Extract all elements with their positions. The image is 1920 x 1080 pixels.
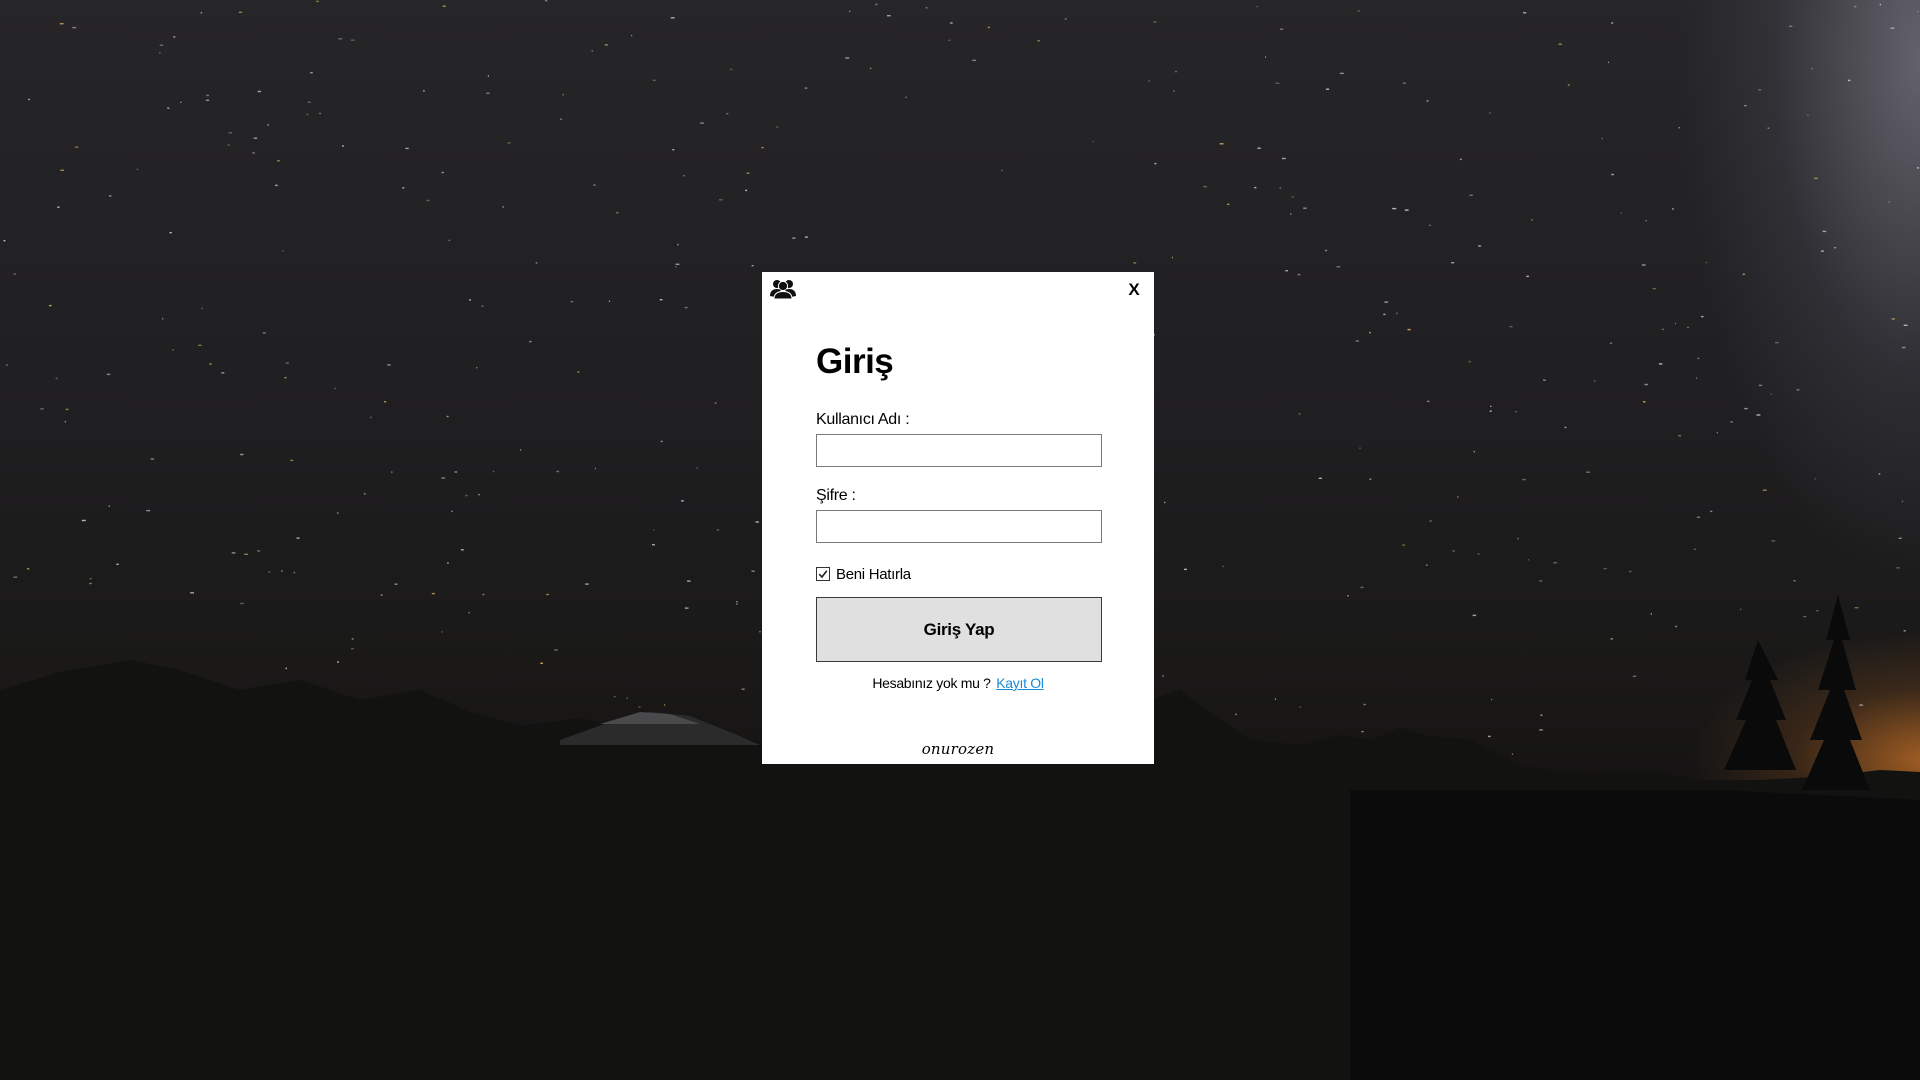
checkmark-icon <box>818 570 828 579</box>
users-icon <box>769 278 797 300</box>
signup-row: Hesabınız yok mu ? Kayıt Ol <box>762 675 1154 691</box>
close-button[interactable]: X <box>1124 278 1144 302</box>
remember-me-row[interactable]: Beni Hatırla <box>816 565 911 583</box>
login-dialog: X Giriş Kullanıcı Adı : Şifre : Beni Hat… <box>762 272 1154 764</box>
password-label: Şifre : <box>816 487 856 504</box>
password-input[interactable] <box>816 510 1102 543</box>
username-input[interactable] <box>816 434 1102 467</box>
remember-me-label: Beni Hatırla <box>836 565 911 583</box>
username-label: Kullanıcı Adı : <box>816 411 910 428</box>
remember-me-checkbox[interactable] <box>816 567 830 581</box>
author-signature: onurozen <box>921 740 995 758</box>
page-title: Giriş <box>816 342 894 381</box>
signup-link[interactable]: Kayıt Ol <box>996 675 1044 691</box>
signup-prompt: Hesabınız yok mu ? <box>872 675 991 691</box>
login-button[interactable]: Giriş Yap <box>816 597 1102 662</box>
